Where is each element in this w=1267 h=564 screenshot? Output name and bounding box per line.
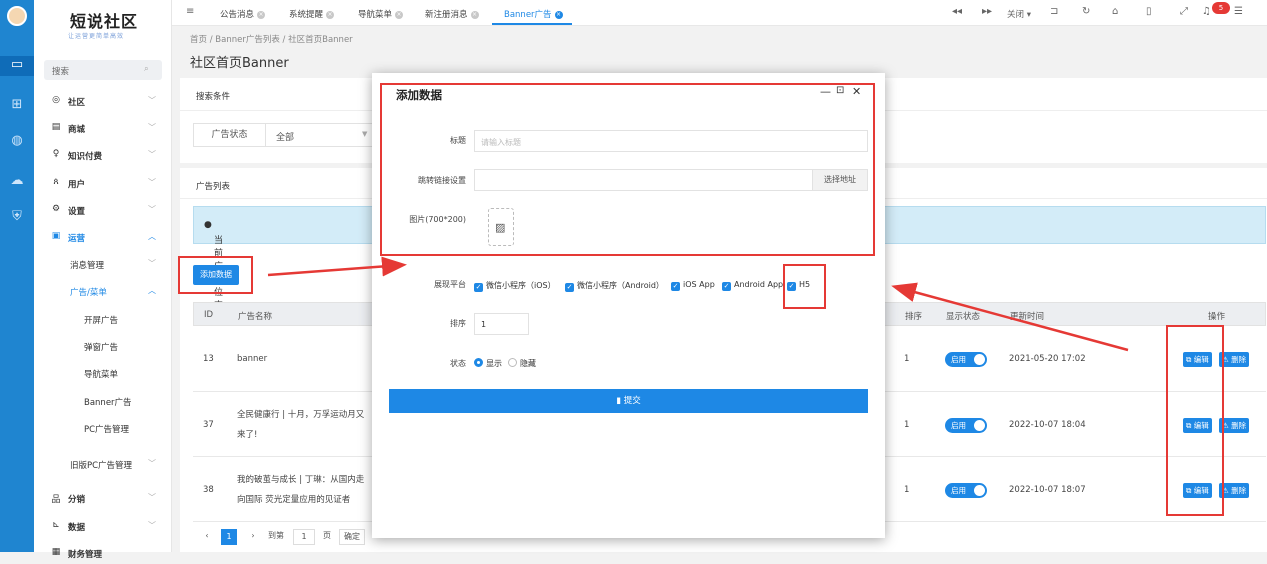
- arrow-to-h5: [891, 282, 1129, 352]
- arrow-to-modal: [267, 256, 407, 277]
- annotation-arrows: [267, 256, 1129, 352]
